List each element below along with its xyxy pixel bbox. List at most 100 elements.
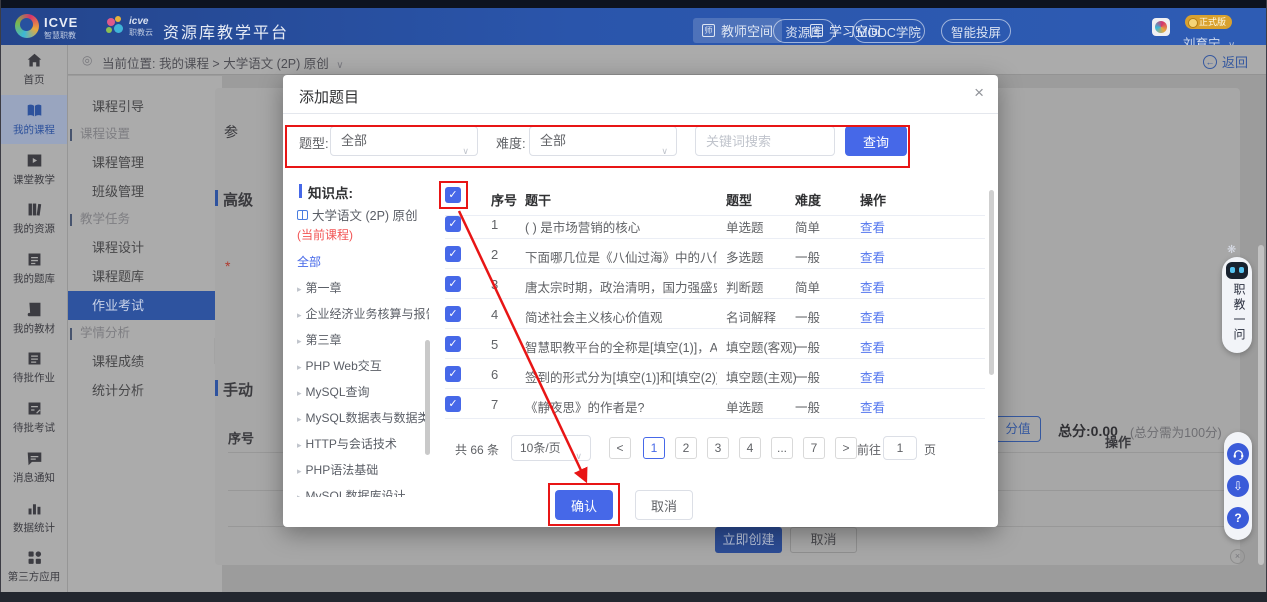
difficulty-select[interactable]: 全部 ∨ <box>529 126 677 156</box>
close-widget-icon[interactable]: × <box>1230 549 1245 564</box>
sidebar-item-pending-homework[interactable]: 待批作业 <box>1 343 67 393</box>
window-top-strip <box>0 0 1267 8</box>
view-link[interactable]: 查看 <box>860 277 885 296</box>
tree-node[interactable]: ▸第一章 <box>297 279 429 296</box>
sidebar-item-third-party-apps[interactable]: 第三方应用 <box>1 542 67 592</box>
confirm-button[interactable]: 确认 <box>555 490 613 520</box>
tree-node[interactable]: ▸MySQL数据库设计 <box>297 487 429 497</box>
window-bottom-strip <box>0 592 1267 602</box>
page-button-1[interactable]: 1 <box>643 437 665 459</box>
sidebar-item-notifications[interactable]: 消息通知 <box>1 443 67 493</box>
sidebar-item-pending-exams[interactable]: 待批考试 <box>1 393 67 443</box>
submenu-item-course-design[interactable]: 课程设计 <box>68 233 222 262</box>
goto-page-input[interactable] <box>883 436 917 460</box>
column-header-no: 序号 <box>491 190 517 209</box>
tree-node[interactable]: ▸第三章 <box>297 331 429 348</box>
nav-teacher-space[interactable]: 师 教师空间 <box>693 18 782 43</box>
help-icon[interactable]: ? <box>1227 507 1249 529</box>
column-header-stem: 题干 <box>525 190 551 209</box>
page-button-7[interactable]: 7 <box>803 437 825 459</box>
row-checkbox[interactable]: ✓ <box>445 396 461 412</box>
page-ellipsis[interactable]: ... <box>771 437 793 459</box>
smart-cast-button[interactable]: 智能投屏 <box>941 19 1011 43</box>
page-size-value: 10条/页 <box>520 441 561 455</box>
chevron-down-icon: ∨ <box>575 444 582 468</box>
row-checkbox[interactable]: ✓ <box>445 246 461 262</box>
download-icon[interactable]: ⇩ <box>1227 475 1249 497</box>
row-checkbox[interactable]: ✓ <box>445 306 461 322</box>
modal-cancel-button[interactable]: 取消 <box>635 490 693 520</box>
breadcrumb-path[interactable]: 当前位置: 我的课程 > 大学语文 (2P) 原创 <box>102 57 329 71</box>
submenu-item-statistical-analysis[interactable]: 统计分析 <box>68 376 222 405</box>
view-link[interactable]: 查看 <box>860 247 885 266</box>
tree-node[interactable]: ▸PHP语法基础 <box>297 461 429 478</box>
page-button-2[interactable]: 2 <box>675 437 697 459</box>
question-type-select[interactable]: 全部 ∨ <box>330 126 478 156</box>
customer-service-icon[interactable] <box>1227 443 1249 465</box>
submenu-group-learning-analysis: 学情分析 <box>68 320 222 347</box>
tree-scrollbar[interactable] <box>425 340 430 455</box>
sidebar-item-classroom[interactable]: 课堂教学 <box>1 144 67 194</box>
modal-scrollbar[interactable] <box>989 190 994 375</box>
assistant-widget[interactable]: 职教一问 <box>1222 257 1252 353</box>
next-page-button[interactable]: > <box>835 437 857 459</box>
sidebar-item-home[interactable]: 首页 <box>1 45 67 95</box>
view-link[interactable]: 查看 <box>860 367 885 386</box>
view-link[interactable]: 查看 <box>860 337 885 356</box>
view-link[interactable]: 查看 <box>860 307 885 326</box>
message-icon <box>26 450 43 467</box>
sidebar-item-label: 数据统计 <box>13 520 55 535</box>
select-all-checkbox[interactable]: ✓ <box>445 187 461 203</box>
row-type: 多选题 <box>726 247 764 266</box>
submenu-group-course-settings: 课程设置 <box>68 121 222 148</box>
submenu-item-class-manage[interactable]: 班级管理 <box>68 177 222 206</box>
zjy-logo-text: icve 职教云 <box>129 16 153 38</box>
page-button-3[interactable]: 3 <box>707 437 729 459</box>
resource-library-button[interactable]: 资源库 <box>773 19 835 43</box>
close-icon[interactable]: × <box>974 83 984 103</box>
keyword-search-input[interactable] <box>695 126 835 156</box>
row-checkbox[interactable]: ✓ <box>445 276 461 292</box>
sidebar-item-statistics[interactable]: 数据统计 <box>1 492 67 542</box>
textbook-icon <box>26 301 43 318</box>
background-cancel-button[interactable]: 取消 <box>790 527 857 553</box>
view-link[interactable]: 查看 <box>860 397 885 416</box>
table-row: ✓ 7 《静夜思》的作者是? 单选题 一般 查看 <box>445 389 985 419</box>
prev-page-button[interactable]: < <box>609 437 631 459</box>
sidebar-item-my-courses[interactable]: 我的课程 <box>1 95 67 145</box>
tree-node[interactable]: ▸MySQL查询 <box>297 383 429 400</box>
page-size-select[interactable]: 10条/页 ∨ <box>511 435 591 461</box>
tree-node[interactable]: ▸HTTP与会话技术 <box>297 435 429 452</box>
search-button[interactable]: 查询 <box>845 126 907 156</box>
sidebar-item-question-bank[interactable]: 我的题库 <box>1 244 67 294</box>
row-stem: 下面哪几位是《八仙过海》中的八仙? <box>525 247 717 266</box>
tree-arrow-icon: ▸ <box>297 388 302 398</box>
score-value-button[interactable]: 分值 <box>995 416 1041 442</box>
tree-course-node[interactable]: 大学语文 (2P) 原创 <box>297 205 429 224</box>
tree-node[interactable]: ▸MySQL数据表与数据类型 <box>297 409 429 426</box>
avatar[interactable] <box>1152 18 1170 36</box>
sidebar-item-label: 我的资源 <box>13 221 55 236</box>
page-button-4[interactable]: 4 <box>739 437 761 459</box>
view-link[interactable]: 查看 <box>860 217 885 236</box>
row-checkbox[interactable]: ✓ <box>445 366 461 382</box>
sidebar-item-textbooks[interactable]: 我的教材 <box>1 293 67 343</box>
row-checkbox[interactable]: ✓ <box>445 336 461 352</box>
tree-node-all[interactable]: 全部 <box>297 253 429 270</box>
difficulty-value: 全部 <box>540 133 566 148</box>
submenu-item-course-manage[interactable]: 课程管理 <box>68 148 222 177</box>
submenu-item-course-question-bank[interactable]: 课程题库 <box>68 262 222 291</box>
tree-node[interactable]: ▸PHP Web交互 <box>297 357 429 374</box>
row-checkbox[interactable]: ✓ <box>445 216 461 232</box>
chevron-down-icon[interactable]: ∨ <box>336 60 343 71</box>
submenu-item-course-guide[interactable]: 课程引导 <box>68 92 222 121</box>
submenu-item-homework-exam[interactable]: 作业考试 <box>68 291 222 320</box>
page-scrollbar[interactable] <box>1258 245 1264 565</box>
create-now-button[interactable]: 立即创建 <box>715 527 782 553</box>
sidebar-item-my-resources[interactable]: 我的资源 <box>1 194 67 244</box>
submenu-item-course-grades[interactable]: 课程成绩 <box>68 347 222 376</box>
back-button[interactable]: ← 返回 <box>1203 52 1248 71</box>
mooc-college-button[interactable]: MOOC学院 <box>853 19 925 43</box>
row-difficulty: 简单 <box>795 277 820 296</box>
tree-node[interactable]: ▸企业经济业务核算与报告 <box>297 305 429 322</box>
